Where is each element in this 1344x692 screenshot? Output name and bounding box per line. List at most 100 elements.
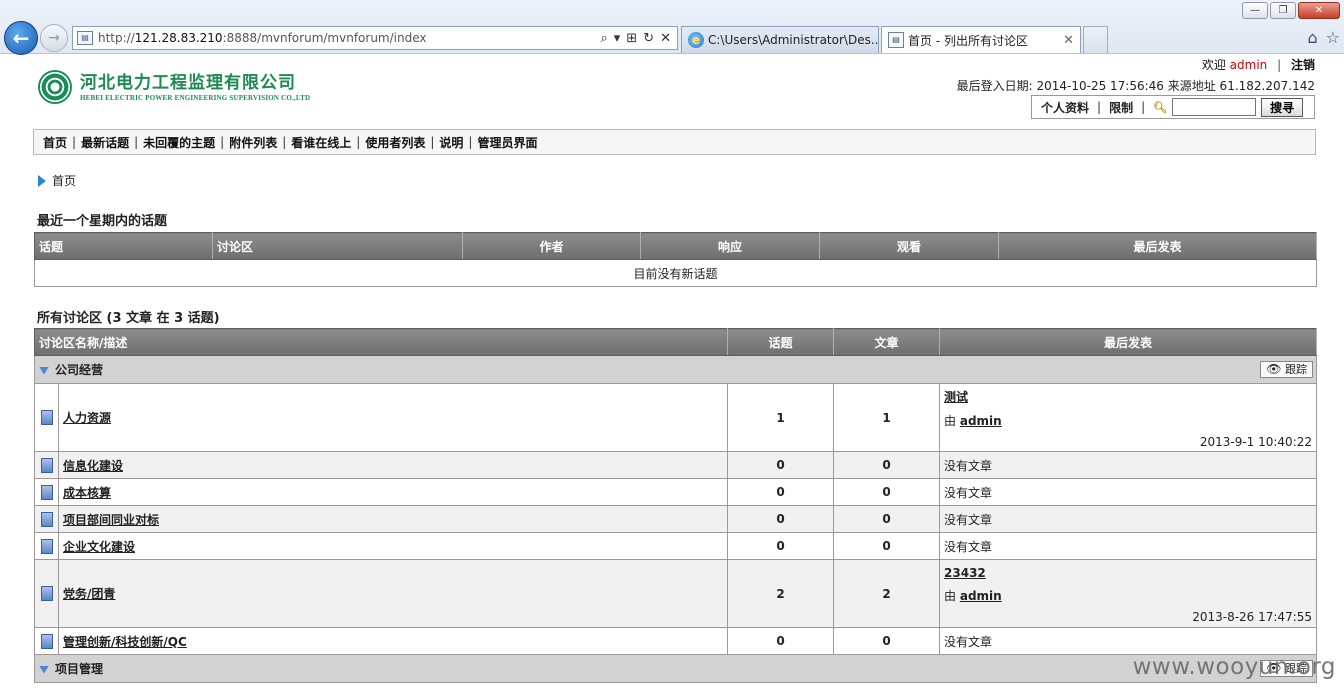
- topic-count: 1: [727, 383, 835, 452]
- topic-count: 2: [727, 559, 835, 628]
- company-logo[interactable]: 河北电力工程监理有限公司 HEBEI ELECTRIC POWER ENGINE…: [38, 70, 310, 104]
- address-tools: ⌕ ▾ ⊞ ↻ ✕: [600, 31, 671, 46]
- table-header-row: 讨论区名称/描述 话题 文章 最后发表: [33, 328, 1318, 356]
- post-count: 0: [833, 505, 941, 533]
- compat-view-icon[interactable]: ⊞: [626, 31, 637, 46]
- stop-icon[interactable]: ✕: [660, 31, 671, 46]
- welcome-line: 欢迎 admin | 注销: [1201, 58, 1315, 72]
- category-name[interactable]: 项目管理: [55, 662, 103, 676]
- close-window-button[interactable]: ✕: [1298, 2, 1340, 19]
- eye-icon: 👁︎: [1266, 362, 1282, 376]
- col-last-post: 最后发表: [998, 232, 1317, 260]
- address-bar[interactable]: ▤ http://121.28.83.210:8888/mvnforum/mvn…: [72, 26, 678, 50]
- col-posts: 文章: [833, 328, 941, 356]
- tab-forum-index[interactable]: ▤ 首页 - 列出所有讨论区 ✕: [881, 26, 1081, 53]
- menu-home[interactable]: 首页: [43, 134, 67, 151]
- recent-topics-table: 话题 讨论区 作者 响应 观看 最后发表 目前没有新话题: [34, 232, 1317, 287]
- back-arrow-icon: ←: [12, 26, 30, 50]
- browser-toolbar-icons: ⌂ ☆: [1308, 28, 1341, 47]
- menu-admin[interactable]: 管理员界面: [477, 134, 537, 151]
- forum-book-icon: [40, 484, 53, 500]
- search-icon: 🔍︎: [1153, 100, 1168, 114]
- menu-unanswered[interactable]: 未回覆的主题: [143, 134, 215, 151]
- forum-link[interactable]: 党务/团青: [63, 587, 115, 601]
- collapse-triangle-icon[interactable]: [39, 366, 49, 375]
- ie-icon: e: [688, 32, 704, 48]
- forum-link[interactable]: 成本核算: [63, 486, 111, 500]
- address-url[interactable]: http://121.28.83.210:8888/mvnforum/mvnfo…: [98, 31, 427, 45]
- last-post-author-link[interactable]: admin: [960, 589, 1002, 603]
- last-post-title-link[interactable]: 测试: [944, 388, 1312, 405]
- topic-count: 0: [727, 505, 835, 533]
- menu-latest-topics[interactable]: 最新话题: [81, 134, 129, 151]
- col-topics: 话题: [727, 328, 835, 356]
- forum-link[interactable]: 信息化建设: [63, 459, 123, 473]
- table-row: 人力资源 1 1 测试 由 admin 2013-9-1 10:40:22: [34, 383, 1318, 452]
- last-post-title-link[interactable]: 23432: [944, 566, 1312, 580]
- tab-desktop[interactable]: e C:\Users\Administrator\Des...: [681, 26, 879, 53]
- menu-help[interactable]: 说明: [439, 134, 463, 151]
- last-post-cell: 没有文章: [939, 451, 1318, 479]
- forum-link[interactable]: 管理创新/科技创新/QC: [63, 635, 187, 649]
- search-button[interactable]: 搜寻: [1261, 97, 1304, 117]
- collapse-triangle-icon[interactable]: [39, 665, 49, 674]
- logo-chinese-name: 河北电力工程监理有限公司: [80, 73, 296, 93]
- search-input[interactable]: [1172, 98, 1257, 116]
- post-count: 0: [833, 451, 941, 479]
- forum-link[interactable]: 人力资源: [63, 411, 111, 425]
- forum-book-icon: [40, 457, 53, 473]
- last-login-info: 最后登入日期: 2014-10-25 17:56:46 来源地址 61.182.…: [956, 79, 1315, 93]
- last-post-time: 2013-8-26 17:47:55: [1192, 609, 1313, 624]
- post-count: 0: [833, 532, 941, 560]
- search-icon[interactable]: ⌕: [600, 31, 607, 46]
- last-post-cell: 没有文章: [939, 627, 1318, 655]
- col-forum: 讨论区: [212, 232, 463, 260]
- menu-user-list[interactable]: 使用者列表: [365, 134, 425, 151]
- forum-link[interactable]: 企业文化建设: [63, 540, 135, 554]
- post-count: 0: [833, 478, 941, 506]
- restore-button[interactable]: ❐: [1270, 2, 1296, 19]
- table-row: 党务/团青 2 2 23432 由 admin 2013-8-26 17:47:…: [34, 559, 1318, 628]
- post-count: 0: [833, 627, 941, 655]
- category-name[interactable]: 公司经营: [55, 363, 103, 377]
- home-icon[interactable]: ⌂: [1308, 28, 1318, 47]
- menu-online-users[interactable]: 看谁在线上: [291, 134, 351, 151]
- user-toolbox: 个人资料 | 限制 | 🔍︎ 搜寻: [1031, 95, 1315, 119]
- close-tab-icon[interactable]: ✕: [1063, 33, 1074, 48]
- logout-link[interactable]: 注销: [1291, 58, 1315, 72]
- restrict-link[interactable]: 限制: [1109, 99, 1133, 116]
- post-count: 2: [833, 559, 941, 628]
- col-views: 观看: [819, 232, 999, 260]
- table-row: 项目部间同业对标 0 0 没有文章: [34, 505, 1318, 533]
- forum-link[interactable]: 项目部间同业对标: [63, 513, 159, 527]
- new-tab-button[interactable]: [1083, 26, 1108, 53]
- track-button[interactable]: 👁︎ 跟踪: [1260, 361, 1314, 378]
- username-link[interactable]: admin: [1230, 58, 1268, 72]
- col-forum-name: 讨论区名称/描述: [33, 328, 729, 356]
- watermark: www.wooyun.org: [1132, 654, 1336, 680]
- forward-button[interactable]: →: [40, 24, 68, 52]
- col-replies: 响应: [640, 232, 820, 260]
- col-last-post: 最后发表: [939, 328, 1318, 356]
- favorites-star-icon[interactable]: ☆: [1326, 28, 1340, 47]
- topic-count: 0: [727, 451, 835, 479]
- last-post-author-link[interactable]: admin: [960, 414, 1002, 428]
- breadcrumb-home[interactable]: 首页: [52, 172, 76, 189]
- logo-english-name: HEBEI ELECTRIC POWER ENGINEERING SUPERVI…: [80, 94, 311, 102]
- table-row: 管理创新/科技创新/QC 0 0 没有文章: [34, 627, 1318, 655]
- refresh-icon[interactable]: ↻: [643, 31, 654, 46]
- page-icon: ▤: [888, 32, 904, 48]
- minimize-button[interactable]: —: [1242, 2, 1268, 19]
- table-header-row: 话题 讨论区 作者 响应 观看 最后发表: [34, 232, 1317, 260]
- all-forums-title: 所有讨论区 (3 文章 在 3 话题): [37, 311, 220, 326]
- menu-attachments[interactable]: 附件列表: [229, 134, 277, 151]
- table-row: 企业文化建设 0 0 没有文章: [34, 532, 1318, 560]
- profile-link[interactable]: 个人资料: [1041, 99, 1089, 116]
- last-post-cell: 23432 由 admin 2013-8-26 17:47:55: [939, 559, 1318, 628]
- topic-count: 0: [727, 532, 835, 560]
- dropdown-icon[interactable]: ▾: [614, 31, 621, 46]
- last-post-cell: 没有文章: [939, 532, 1318, 560]
- back-button[interactable]: ←: [4, 21, 38, 55]
- logo-emblem-icon: [38, 70, 72, 104]
- post-count: 1: [833, 383, 941, 452]
